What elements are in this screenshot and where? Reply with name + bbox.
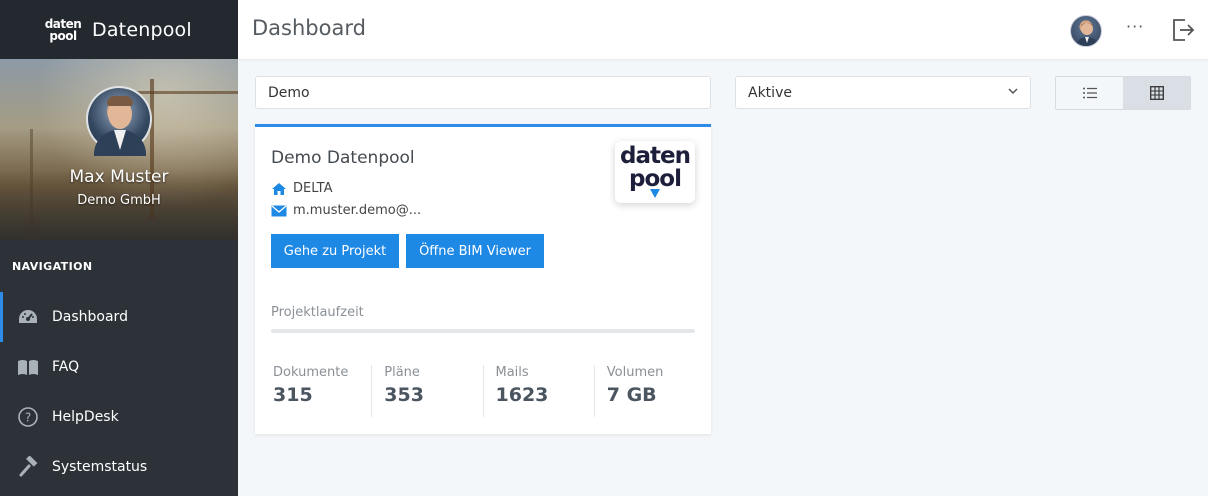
logout-icon bbox=[1173, 19, 1195, 41]
stat-value: 315 bbox=[273, 384, 313, 406]
runtime-progress-bar bbox=[271, 329, 695, 333]
project-location-text: DELTA bbox=[293, 181, 333, 196]
sidebar-item-systemstatus[interactable]: Systemstatus bbox=[0, 442, 238, 492]
list-view-button[interactable] bbox=[1056, 77, 1123, 109]
view-toggle bbox=[1055, 76, 1191, 110]
avatar-portrait-icon bbox=[1075, 23, 1099, 46]
more-menu-button[interactable]: ··· bbox=[1126, 17, 1144, 36]
sidebar-item-label: HelpDesk bbox=[52, 409, 119, 425]
grid-view-button[interactable] bbox=[1123, 77, 1190, 109]
stat-value: 7 GB bbox=[606, 384, 657, 406]
status-select[interactable]: Aktive bbox=[735, 76, 1031, 109]
stat-label: Volumen bbox=[606, 365, 664, 380]
project-title: Demo Datenpool bbox=[271, 148, 415, 168]
home-icon bbox=[271, 182, 287, 196]
grid-icon bbox=[1149, 86, 1164, 100]
project-stats: Dokumente 315 Pläne 353 Mails 1623 Volum… bbox=[261, 365, 705, 417]
goto-project-button[interactable]: Gehe zu Projekt bbox=[271, 234, 399, 268]
brand-logo-line2: pool bbox=[49, 28, 77, 43]
brand-name: Datenpool bbox=[92, 18, 192, 41]
project-logo-line1: daten bbox=[620, 143, 691, 169]
open-bim-viewer-button[interactable]: Öffne BIM Viewer bbox=[406, 234, 544, 268]
brand-logo-line1: daten bbox=[44, 16, 82, 31]
gauge-icon bbox=[17, 306, 39, 328]
profile-avatar[interactable] bbox=[86, 86, 152, 156]
mail-icon bbox=[271, 204, 287, 218]
user-avatar[interactable] bbox=[1070, 15, 1102, 47]
sidebar: daten pool Datenpool Max Muster Demo Gmb… bbox=[0, 0, 238, 496]
question-circle-icon: ? bbox=[17, 406, 39, 428]
project-card: Demo Datenpool DELTA m.muster.demo@... d… bbox=[255, 124, 711, 434]
svg-text:?: ? bbox=[25, 411, 31, 425]
project-logo: daten pool bbox=[615, 141, 695, 203]
profile-company: Demo GmbH bbox=[77, 193, 161, 208]
chevron-down-icon bbox=[1008, 87, 1018, 98]
stat-mails: Mails 1623 bbox=[482, 365, 594, 417]
project-email-text: m.muster.demo@... bbox=[293, 203, 422, 218]
status-select-value: Aktive bbox=[748, 84, 792, 101]
sidebar-item-label: Systemstatus bbox=[52, 459, 148, 475]
nav-heading: NAVIGATION bbox=[12, 260, 93, 273]
stat-volume: Volumen 7 GB bbox=[593, 365, 705, 417]
sidebar-item-label: Dashboard bbox=[52, 309, 128, 325]
sidebar-item-faq[interactable]: FAQ bbox=[0, 342, 238, 392]
project-email: m.muster.demo@... bbox=[271, 203, 421, 218]
list-icon bbox=[1082, 87, 1097, 99]
sidebar-item-dashboard[interactable]: Dashboard bbox=[0, 292, 238, 342]
search-input[interactable] bbox=[255, 76, 711, 109]
stat-plans: Pläne 353 bbox=[371, 365, 482, 417]
profile-panel: Max Muster Demo GmbH bbox=[0, 59, 238, 240]
logo-pin-icon bbox=[650, 189, 660, 198]
stat-documents: Dokumente 315 bbox=[261, 365, 371, 417]
project-location: DELTA bbox=[271, 181, 333, 196]
book-icon bbox=[17, 356, 39, 378]
sidebar-item-helpdesk[interactable]: ? HelpDesk bbox=[0, 392, 238, 442]
avatar-hair bbox=[107, 96, 133, 106]
stat-value: 353 bbox=[384, 384, 424, 406]
stat-label: Pläne bbox=[384, 365, 420, 380]
stat-label: Mails bbox=[495, 365, 529, 380]
stat-value: 1623 bbox=[495, 384, 549, 406]
brand[interactable]: daten pool Datenpool bbox=[0, 0, 238, 59]
top-bar: Dashboard ··· bbox=[238, 0, 1208, 59]
runtime-label: Projektlaufzeit bbox=[271, 305, 364, 320]
page-title: Dashboard bbox=[252, 16, 366, 40]
sidebar-item-label: FAQ bbox=[52, 359, 80, 375]
profile-user-name: Max Muster bbox=[69, 167, 169, 187]
project-logo-line2: pool bbox=[629, 166, 682, 192]
logout-button[interactable] bbox=[1170, 17, 1196, 43]
hammer-icon bbox=[17, 456, 39, 478]
brand-logo-icon: daten pool bbox=[43, 13, 83, 47]
stat-label: Dokumente bbox=[273, 365, 349, 380]
